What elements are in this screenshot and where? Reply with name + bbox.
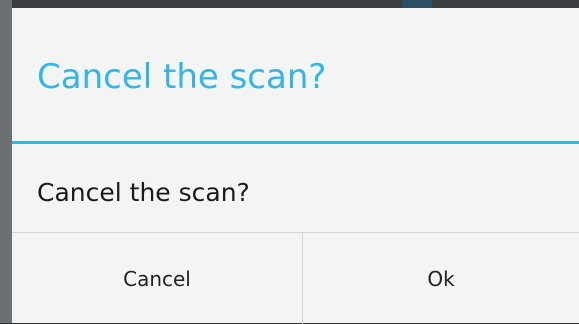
cancel-button[interactable]: Cancel [12, 233, 303, 324]
background-edge [0, 0, 12, 323]
ok-button[interactable]: Ok [303, 233, 579, 324]
title-divider [12, 141, 579, 144]
dialog-title: Cancel the scan? [37, 57, 327, 97]
dialog-button-bar: Cancel Ok [12, 232, 579, 324]
confirm-dialog: Cancel the scan? Cancel the scan? Cancel… [12, 8, 579, 324]
background-element [402, 0, 432, 8]
dialog-message: Cancel the scan? [37, 178, 250, 207]
